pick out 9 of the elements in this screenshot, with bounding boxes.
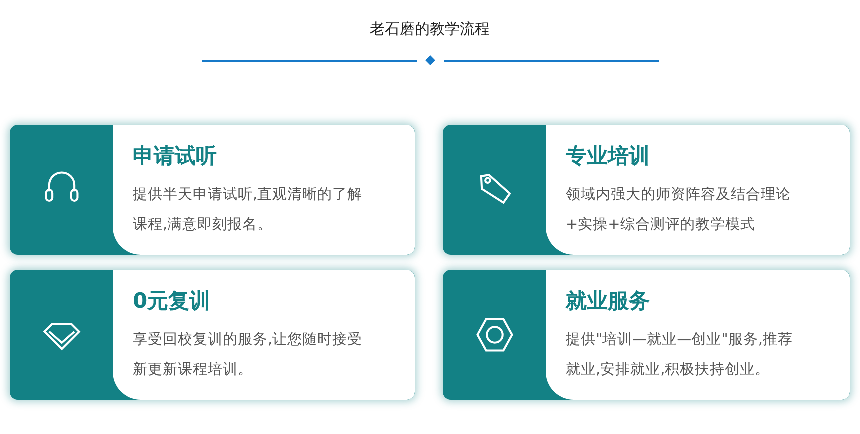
card-title: 0元复训 [133, 288, 212, 315]
card-description: 领域内强大的师资阵容及结合理论+实操+综合测评的教学模式 [566, 186, 792, 235]
card-title: 申请试听 [133, 143, 218, 170]
card-description: 提供半天申请试听,直观清晰的了解课程,满意即刻报名。 [133, 186, 364, 235]
card-title: 专业培训 [566, 143, 651, 170]
card-description: 提供"培训—就业—创业"服务,推荐就业,安排就业,积极扶持创业。 [566, 330, 794, 380]
section-heading: 老石磨的教学流程 [370, 19, 490, 39]
card-description: 享受回校复训的服务,让您随时接受新更新课程培训。 [133, 330, 364, 380]
card-title: 就业服务 [566, 288, 651, 315]
